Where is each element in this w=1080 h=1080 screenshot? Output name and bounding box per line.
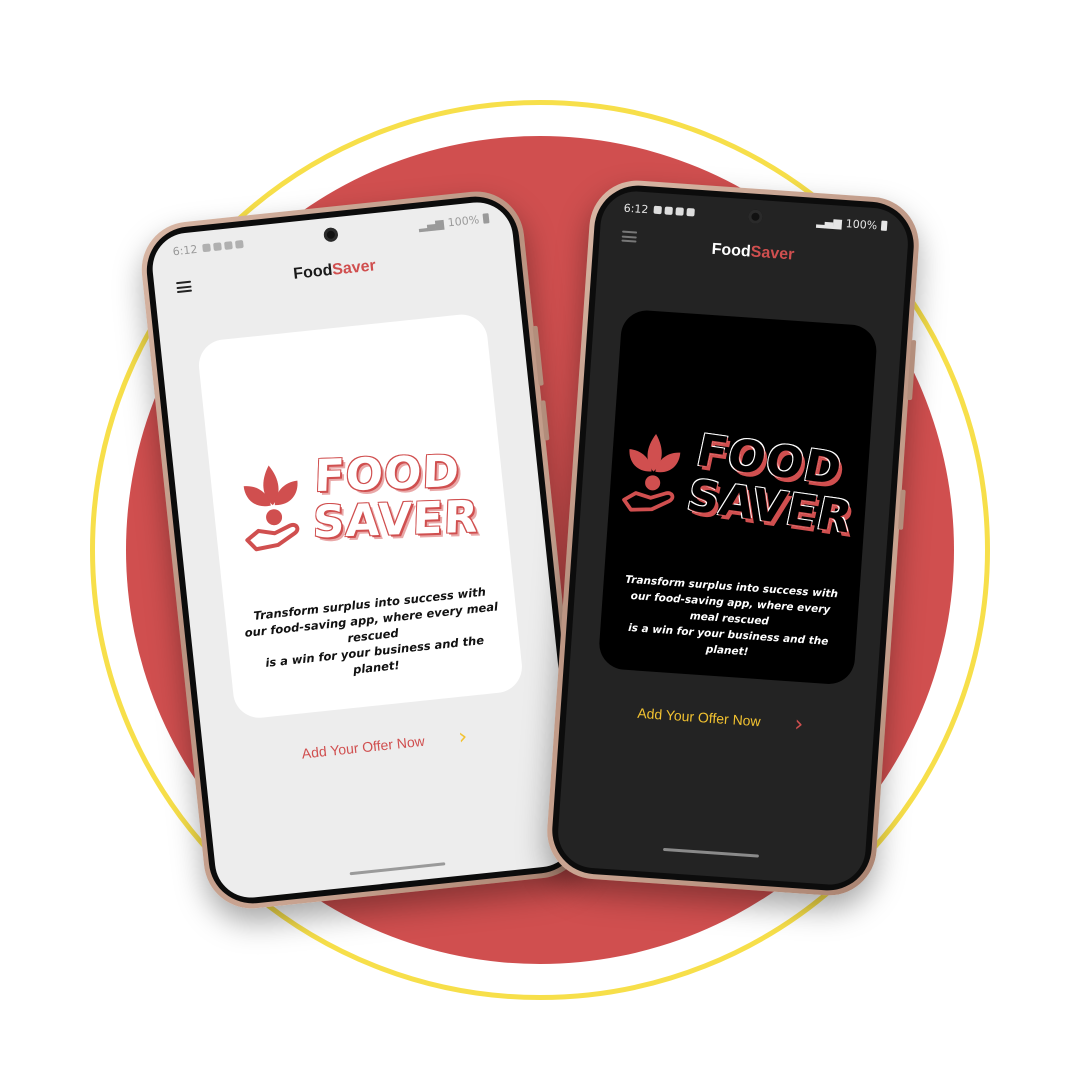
tagline: Transform surplus into success with our … <box>239 582 508 689</box>
food-saver-logo: FOOD SAVER <box>606 399 872 566</box>
app-title-saver: Saver <box>331 257 377 279</box>
home-indicator[interactable] <box>349 862 446 876</box>
wifi-signal-icon: ▂▄▆ <box>816 214 843 230</box>
add-offer-label[interactable]: Add Your Offer Now <box>301 733 425 762</box>
battery-percent: 100% <box>447 212 480 229</box>
app-title-saver: Saver <box>750 243 795 264</box>
status-time: 6:12 <box>172 242 198 258</box>
status-time: 6:12 <box>623 201 649 216</box>
food-saver-logo: FOOD SAVER <box>207 412 511 591</box>
leaf-hand-icon <box>622 433 681 512</box>
tagline: Transform surplus into success with our … <box>613 571 846 667</box>
battery-icon <box>880 220 888 231</box>
hero-card: FOOD SAVER Transform surplus into succes… <box>597 308 879 686</box>
app-title: FoodSaver <box>599 233 908 272</box>
phone-light-mode: 6:12 ▂▄▆ 100% FoodSaver FOOD SAVER Trans… <box>136 186 592 914</box>
home-indicator[interactable] <box>663 847 759 858</box>
battery-percent: 100% <box>845 216 878 232</box>
add-offer-button[interactable]: Add Your Offer Now › <box>565 688 875 749</box>
notification-icons <box>201 239 244 253</box>
chevron-right-icon[interactable]: › <box>457 724 468 750</box>
battery-icon <box>482 213 490 224</box>
signal-icon: ▂▄▆ <box>417 216 445 232</box>
logo-wordmark: FOOD SAVER <box>312 446 481 549</box>
hero-card: FOOD SAVER Transform surplus into succes… <box>196 312 525 721</box>
phone-dark-mode: 6:12 ▂▄▆ 100% FoodSaver FOOD SAVER Trans… <box>543 177 923 899</box>
logo-wordmark: FOOD SAVER <box>683 425 866 543</box>
add-offer-label[interactable]: Add Your Offer Now <box>637 705 761 730</box>
chevron-right-icon[interactable]: › <box>794 711 805 737</box>
app-title-food: Food <box>711 240 752 261</box>
phone-screen: 6:12 ▂▄▆ 100% FoodSaver FOOD SAVER Trans… <box>149 198 579 902</box>
phone-screen: 6:12 ▂▄▆ 100% FoodSaver FOOD SAVER Trans… <box>555 189 911 887</box>
app-title-food: Food <box>292 261 334 283</box>
notification-icons <box>653 205 695 217</box>
logo-line-2: SAVER <box>312 491 480 549</box>
leaf-hand-icon <box>243 465 300 552</box>
